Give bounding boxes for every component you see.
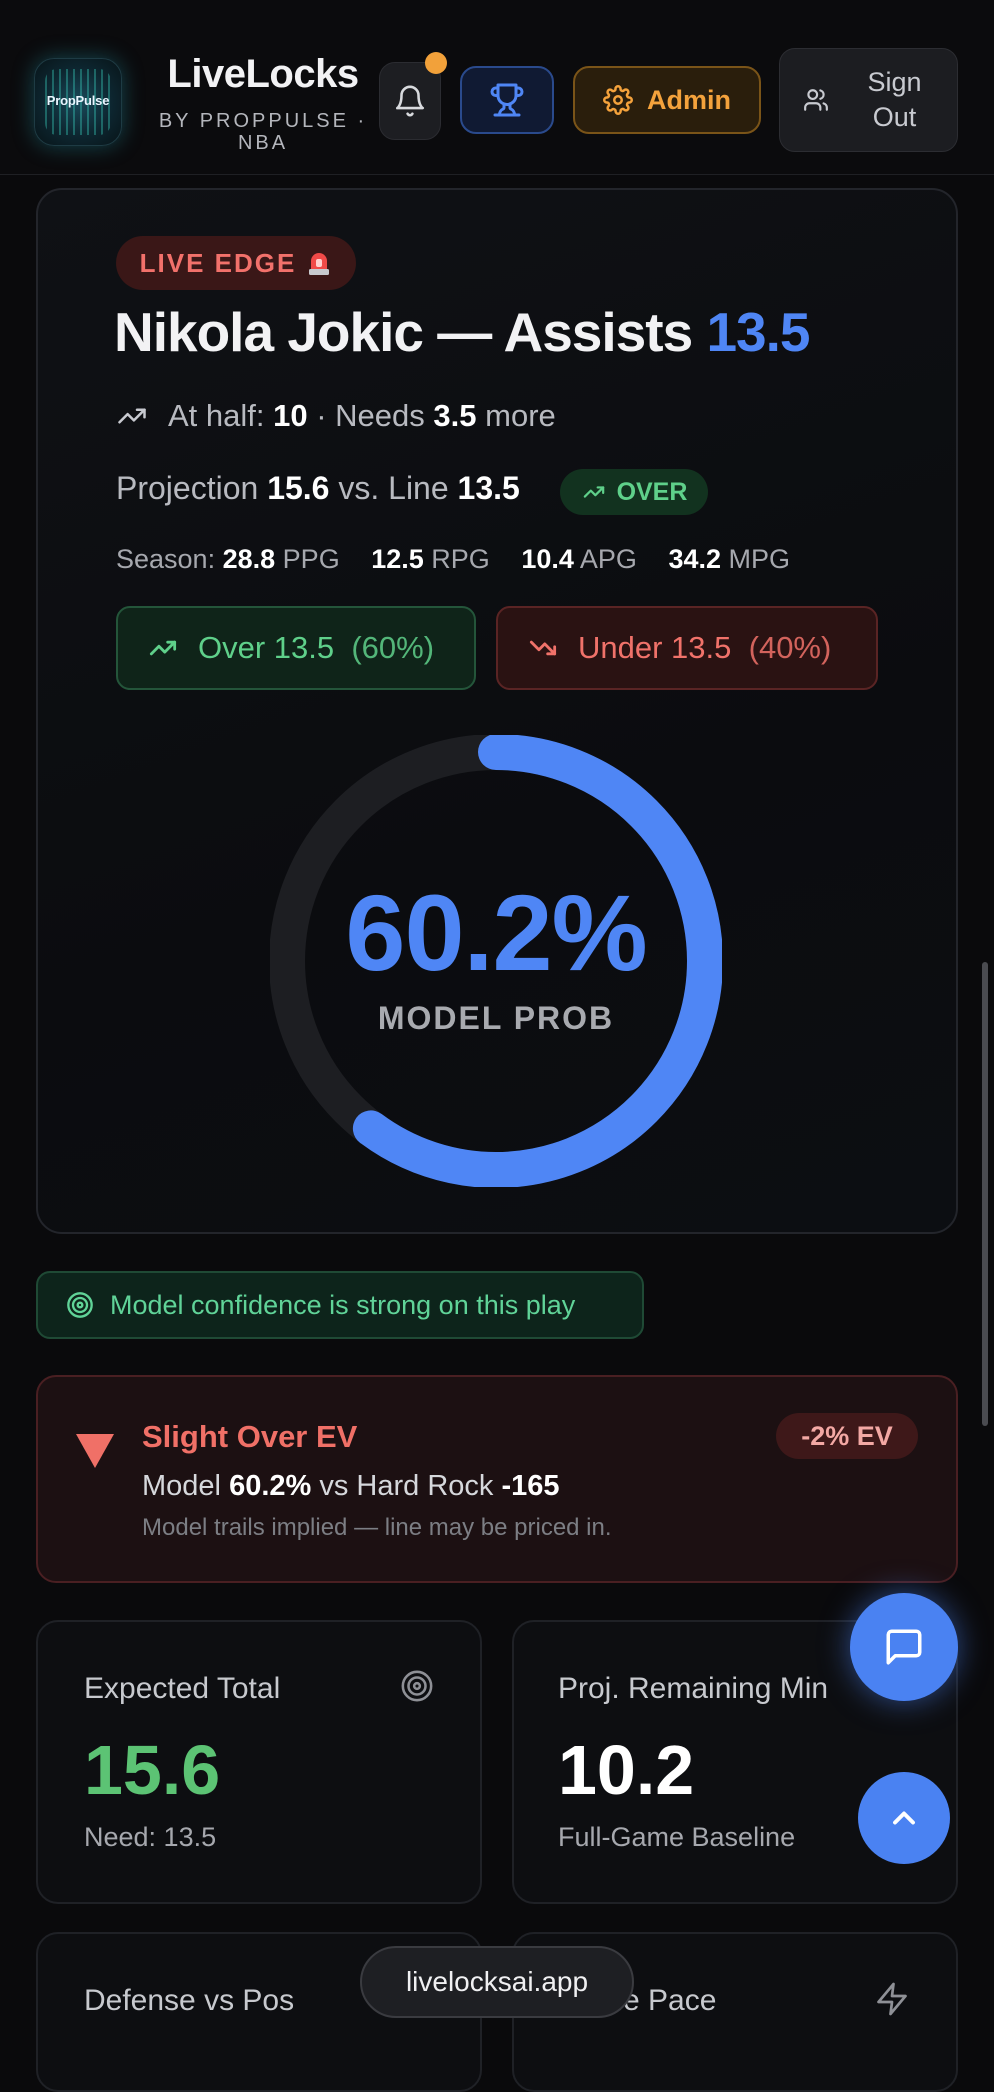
trophy-icon: [490, 83, 524, 117]
lightning-icon: [877, 1982, 907, 2016]
remaining-min-sub: Full-Game Baseline: [558, 1822, 796, 1852]
pick-badge: OVER: [560, 469, 708, 515]
notification-dot: [425, 52, 447, 74]
confidence-text: Model confidence is strong on this play: [110, 1289, 576, 1320]
over-pct: (60%): [351, 630, 435, 665]
ev-book-odds: -165: [501, 1470, 560, 1502]
leaderboard-button[interactable]: [460, 66, 554, 134]
notifications-button[interactable]: [379, 62, 441, 140]
ev-title: Slight Over EV: [142, 1419, 358, 1454]
url-pill[interactable]: livelocksai.app: [360, 1946, 634, 2018]
season-stats-row: Season: 28.8 PPG 12.5 RPG 10.4 APG 34.2 …: [116, 544, 790, 575]
sign-out-button[interactable]: Sign Out: [779, 48, 958, 152]
line-value: 13.5: [457, 470, 520, 506]
under-pick-button[interactable]: Under 13.5 (40%): [496, 606, 878, 690]
under-pct: (40%): [748, 630, 832, 665]
target-icon: [67, 1292, 93, 1318]
scroll-to-top-button[interactable]: [858, 1772, 950, 1864]
season-mpg-value: 34.2: [668, 544, 722, 574]
gear-icon: [603, 85, 633, 115]
live-edge-badge: LIVE EDGE: [116, 236, 356, 290]
half-value: 10: [273, 398, 308, 433]
expected-total-value: 15.6: [84, 1731, 221, 1809]
projection-label: Projection: [116, 470, 259, 506]
season-apg-unit: APG: [579, 544, 637, 574]
season-rpg-unit: RPG: [431, 544, 490, 574]
needs-value: 3.5: [433, 398, 477, 433]
users-icon: [803, 89, 828, 111]
season-ppg-value: 28.8: [222, 544, 276, 574]
live-edge-label: LIVE EDGE: [139, 247, 297, 278]
app-title: LiveLocks: [167, 52, 359, 96]
vs-line-label: vs. Line: [338, 470, 449, 506]
season-label: Season:: [116, 544, 216, 574]
gauge-label: MODEL PROB: [377, 1000, 615, 1036]
needs-label: · Needs: [316, 398, 425, 433]
season-ppg-unit: PPG: [282, 544, 340, 574]
prop-line: 13.5: [706, 301, 810, 363]
needs-suffix: more: [485, 398, 556, 433]
bell-icon: [395, 85, 425, 117]
target-icon: [401, 1670, 433, 1702]
expected-total-label: Expected Total: [84, 1672, 281, 1705]
ev-badge: -2% EV: [776, 1413, 918, 1459]
defense-vs-pos-label: Defense vs Pos: [84, 1984, 295, 2017]
app-header: PropPulse LiveLocks BY PROPPULSE · NBA A…: [0, 0, 994, 175]
scrollbar-thumb[interactable]: [982, 962, 988, 1426]
gauge-value: 60.2%: [345, 872, 647, 993]
halftime-row: At half: 10 · Needs 3.5 more: [114, 398, 556, 434]
prop-headline: Nikola Jokic — Assists 13.5: [114, 300, 811, 364]
app-logo[interactable]: PropPulse: [34, 58, 122, 146]
season-mpg-unit: MPG: [728, 544, 791, 574]
remaining-min-label: Proj. Remaining Min: [558, 1672, 829, 1705]
admin-label: Admin: [647, 84, 731, 115]
trending-up-icon: [118, 408, 146, 424]
trending-up-icon: [149, 640, 177, 656]
ev-book-label: vs Hard Rock: [319, 1470, 494, 1502]
admin-button[interactable]: Admin: [573, 66, 761, 134]
over-label: Over 13.5: [198, 630, 335, 665]
logo-wordmark: PropPulse: [46, 93, 110, 108]
projection-row: Projection 15.6 vs. Line 13.5: [116, 470, 520, 507]
sign-out-label: Sign Out: [867, 67, 922, 132]
player-stat: Nikola Jokic — Assists: [114, 301, 693, 363]
half-label: At half:: [168, 398, 265, 433]
ev-model-label: Model: [142, 1470, 221, 1502]
confidence-banner: Model confidence is strong on this play: [36, 1271, 644, 1339]
down-triangle-icon: [76, 1434, 114, 1468]
ev-model-value: 60.2%: [229, 1470, 312, 1502]
projection-value: 15.6: [267, 470, 330, 506]
chat-button[interactable]: [850, 1593, 958, 1701]
expected-total-need: Need: 13.5: [84, 1822, 217, 1852]
app-subtitle: BY PROPPULSE · NBA: [158, 110, 368, 154]
under-label: Under 13.5: [578, 630, 732, 665]
season-rpg-value: 12.5: [371, 544, 424, 574]
season-apg-value: 10.4: [521, 544, 574, 574]
ev-note: Model trails implied — line may be price…: [142, 1514, 612, 1541]
siren-icon: [309, 253, 330, 275]
chat-icon: [886, 1629, 922, 1665]
over-pick-button[interactable]: Over 13.5 (60%): [116, 606, 476, 690]
trending-up-icon: [583, 486, 604, 498]
chevron-up-icon: [893, 1811, 915, 1825]
ev-comparison: Model 60.2% vs Hard Rock -165: [142, 1470, 560, 1503]
remaining-min-value: 10.2: [558, 1731, 695, 1809]
pick-badge-label: OVER: [616, 477, 688, 506]
trending-down-icon: [529, 640, 557, 656]
